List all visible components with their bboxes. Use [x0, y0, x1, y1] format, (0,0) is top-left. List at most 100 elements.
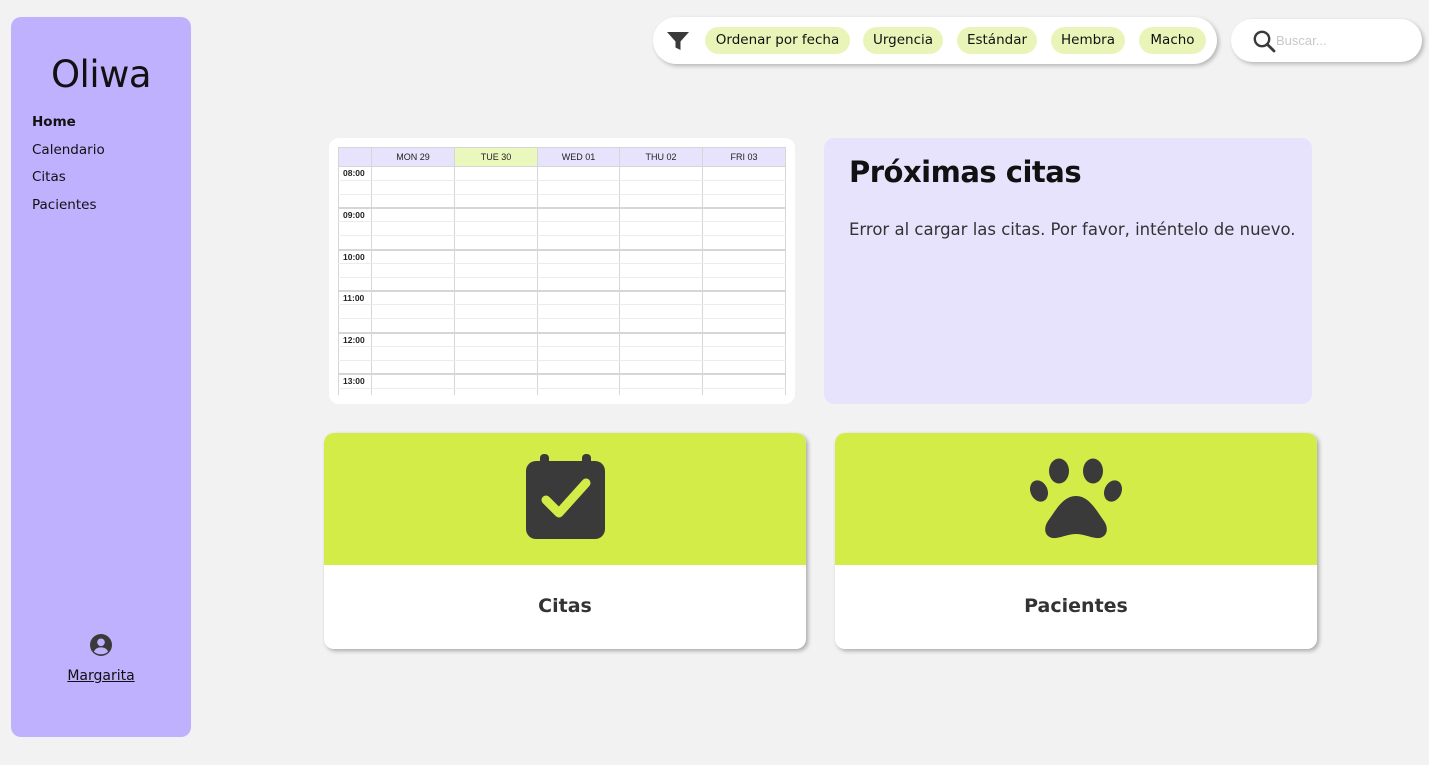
calendar-slot[interactable] [537, 263, 620, 278]
calendar-slot[interactable] [619, 304, 703, 320]
calendar-slot[interactable] [371, 194, 455, 209]
calendar-slot[interactable] [537, 235, 620, 251]
calendar-slot[interactable] [454, 346, 538, 361]
calendar-slot[interactable] [702, 304, 786, 320]
calendar-slot[interactable] [371, 235, 455, 251]
calendar-slot[interactable] [454, 248, 538, 264]
calendar-slot[interactable] [537, 207, 620, 223]
calendar-slot[interactable] [537, 277, 620, 292]
calendar-slot[interactable] [454, 194, 538, 209]
calendar-slot[interactable] [371, 346, 455, 361]
calendar-slot[interactable] [702, 360, 786, 375]
calendar-slot[interactable] [454, 331, 538, 347]
calendar-slot[interactable] [702, 194, 786, 209]
calendar-slot[interactable] [454, 290, 538, 306]
calendar-slot[interactable] [619, 318, 703, 334]
user-circle-icon[interactable] [89, 633, 113, 657]
search-icon[interactable] [1252, 29, 1276, 53]
search-input[interactable] [1276, 30, 1406, 50]
calendar-slot[interactable] [619, 166, 703, 181]
calendar-slot[interactable] [371, 331, 455, 347]
calendar-slot[interactable] [619, 277, 703, 292]
calendar-slot[interactable] [537, 166, 620, 181]
calendar-slot[interactable] [454, 180, 538, 195]
calendar-slot[interactable] [454, 166, 538, 181]
calendar-slot[interactable] [371, 290, 455, 306]
filter-chip-macho[interactable]: Macho [1139, 27, 1206, 54]
calendar-slot[interactable] [371, 304, 455, 320]
calendar-slot[interactable] [619, 221, 703, 237]
calendar-slot[interactable] [537, 180, 620, 195]
calendar-slot[interactable] [371, 360, 455, 375]
calendar-slot[interactable] [537, 290, 620, 306]
calendar-slot[interactable] [702, 180, 786, 195]
calendar-slot[interactable] [454, 360, 538, 375]
calendar-slot[interactable] [371, 180, 455, 195]
calendar-slot[interactable] [537, 346, 620, 361]
filter-chip-estandar[interactable]: Estándar [957, 27, 1037, 54]
calendar-slot[interactable] [454, 373, 538, 389]
calendar-slot[interactable] [702, 207, 786, 223]
calendar-slot[interactable] [454, 304, 538, 320]
calendar-slot[interactable] [371, 263, 455, 278]
calendar-slot[interactable] [454, 318, 538, 334]
calendar-slot[interactable] [619, 388, 703, 395]
calendar-slot[interactable] [619, 180, 703, 195]
calendar-slot[interactable] [702, 221, 786, 237]
calendar-slot[interactable] [619, 373, 703, 389]
calendar-slot[interactable] [619, 235, 703, 251]
sidebar-item-pacientes[interactable]: Pacientes [32, 197, 105, 225]
calendar-slot[interactable] [619, 346, 703, 361]
calendar-slot[interactable] [619, 263, 703, 278]
calendar-slot[interactable] [537, 331, 620, 347]
calendar-slot[interactable] [702, 166, 786, 181]
user-name-link[interactable]: Margarita [67, 668, 134, 684]
calendar-slot[interactable] [454, 263, 538, 278]
calendar-slot[interactable] [371, 221, 455, 237]
calendar-slot[interactable] [454, 207, 538, 223]
sidebar-item-calendario[interactable]: Calendario [32, 142, 105, 170]
calendar-slot[interactable] [702, 235, 786, 251]
calendar-slot[interactable] [702, 346, 786, 361]
current-time-indicator[interactable] [537, 360, 620, 375]
calendar-slot[interactable] [537, 221, 620, 237]
calendar-slot[interactable] [619, 290, 703, 306]
calendar-slot[interactable] [702, 373, 786, 389]
calendar-slot[interactable] [371, 277, 455, 292]
calendar-slot[interactable] [371, 388, 455, 395]
calendar-slot[interactable] [702, 277, 786, 292]
filter-chip-hembra[interactable]: Hembra [1051, 27, 1125, 54]
calendar-slot[interactable] [702, 388, 786, 395]
calendar-slot[interactable] [537, 248, 620, 264]
calendar-slot[interactable] [702, 263, 786, 278]
calendar-slot[interactable] [371, 207, 455, 223]
calendar-slot[interactable] [619, 207, 703, 223]
calendar-slot[interactable] [371, 373, 455, 389]
calendar-slot[interactable] [371, 248, 455, 264]
filter-chip-ordenar-fecha[interactable]: Ordenar por fecha [705, 27, 850, 54]
filter-icon[interactable] [666, 31, 690, 51]
calendar-slot[interactable] [537, 373, 620, 389]
calendar-slot[interactable] [454, 221, 538, 237]
calendar-slot[interactable] [537, 194, 620, 209]
calendar-slot[interactable] [702, 290, 786, 306]
calendar-slot[interactable] [619, 194, 703, 209]
calendar-slot[interactable] [371, 166, 455, 181]
calendar-slot[interactable] [619, 248, 703, 264]
citas-tile[interactable]: Citas [324, 433, 806, 649]
calendar-slot[interactable] [702, 331, 786, 347]
calendar-slot[interactable] [371, 318, 455, 334]
calendar-slot[interactable] [702, 248, 786, 264]
calendar-slot[interactable] [454, 277, 538, 292]
calendar-slot[interactable] [537, 304, 620, 320]
calendar-slot[interactable] [702, 318, 786, 334]
calendar-preview-card[interactable]: MON 29 TUE 30 WED 01 THU 02 FRI 03 08:00… [329, 138, 795, 404]
calendar-slot[interactable] [619, 331, 703, 347]
filter-chip-urgencia[interactable]: Urgencia [863, 27, 943, 54]
pacientes-tile[interactable]: Pacientes [835, 433, 1317, 649]
calendar-slot[interactable] [537, 388, 620, 395]
sidebar-item-home[interactable]: Home [32, 114, 105, 142]
calendar-slot[interactable] [537, 318, 620, 334]
calendar-slot[interactable] [454, 388, 538, 395]
calendar-slot[interactable] [454, 235, 538, 251]
